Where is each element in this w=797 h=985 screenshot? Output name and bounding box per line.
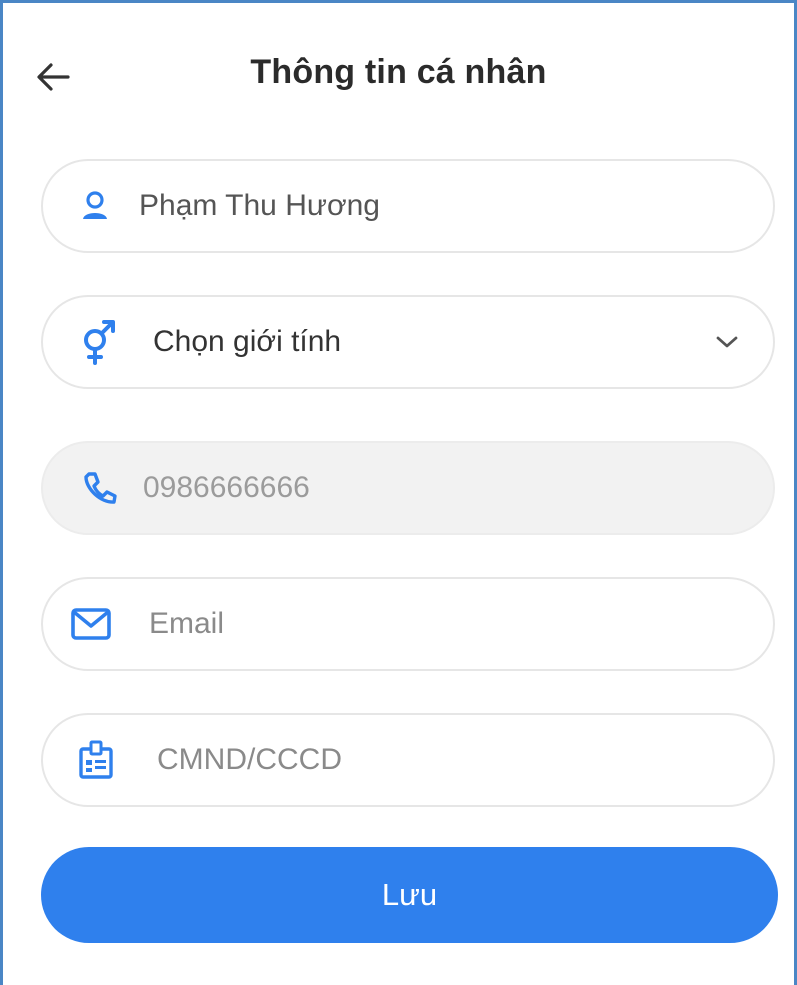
name-value: Phạm Thu Hương — [139, 189, 380, 222]
id-card-placeholder: CMND/CCCD — [157, 743, 342, 776]
mail-icon — [71, 608, 111, 640]
chevron-down-icon — [713, 328, 741, 356]
id-card-field[interactable]: CMND/CCCD — [41, 713, 775, 807]
gender-select[interactable]: Chọn giới tính — [41, 295, 775, 389]
email-field[interactable]: Email — [41, 577, 775, 671]
phone-field: 0986666666 — [41, 441, 775, 535]
personal-info-screen: Thông tin cá nhân Phạm Thu Hương Chọn gi… — [0, 0, 797, 985]
page-title: Thông tin cá nhân — [250, 53, 547, 91]
header: Thông tin cá nhân — [3, 3, 794, 148]
id-card-icon — [79, 740, 113, 780]
phone-icon — [83, 471, 117, 505]
person-icon — [81, 191, 109, 221]
name-field[interactable]: Phạm Thu Hương — [41, 159, 775, 253]
email-placeholder: Email — [149, 607, 225, 640]
gender-icon — [81, 319, 115, 365]
save-button[interactable]: Lưu — [41, 847, 778, 943]
phone-value: 0986666666 — [143, 471, 310, 504]
gender-select-value: Chọn giới tính — [153, 325, 342, 358]
